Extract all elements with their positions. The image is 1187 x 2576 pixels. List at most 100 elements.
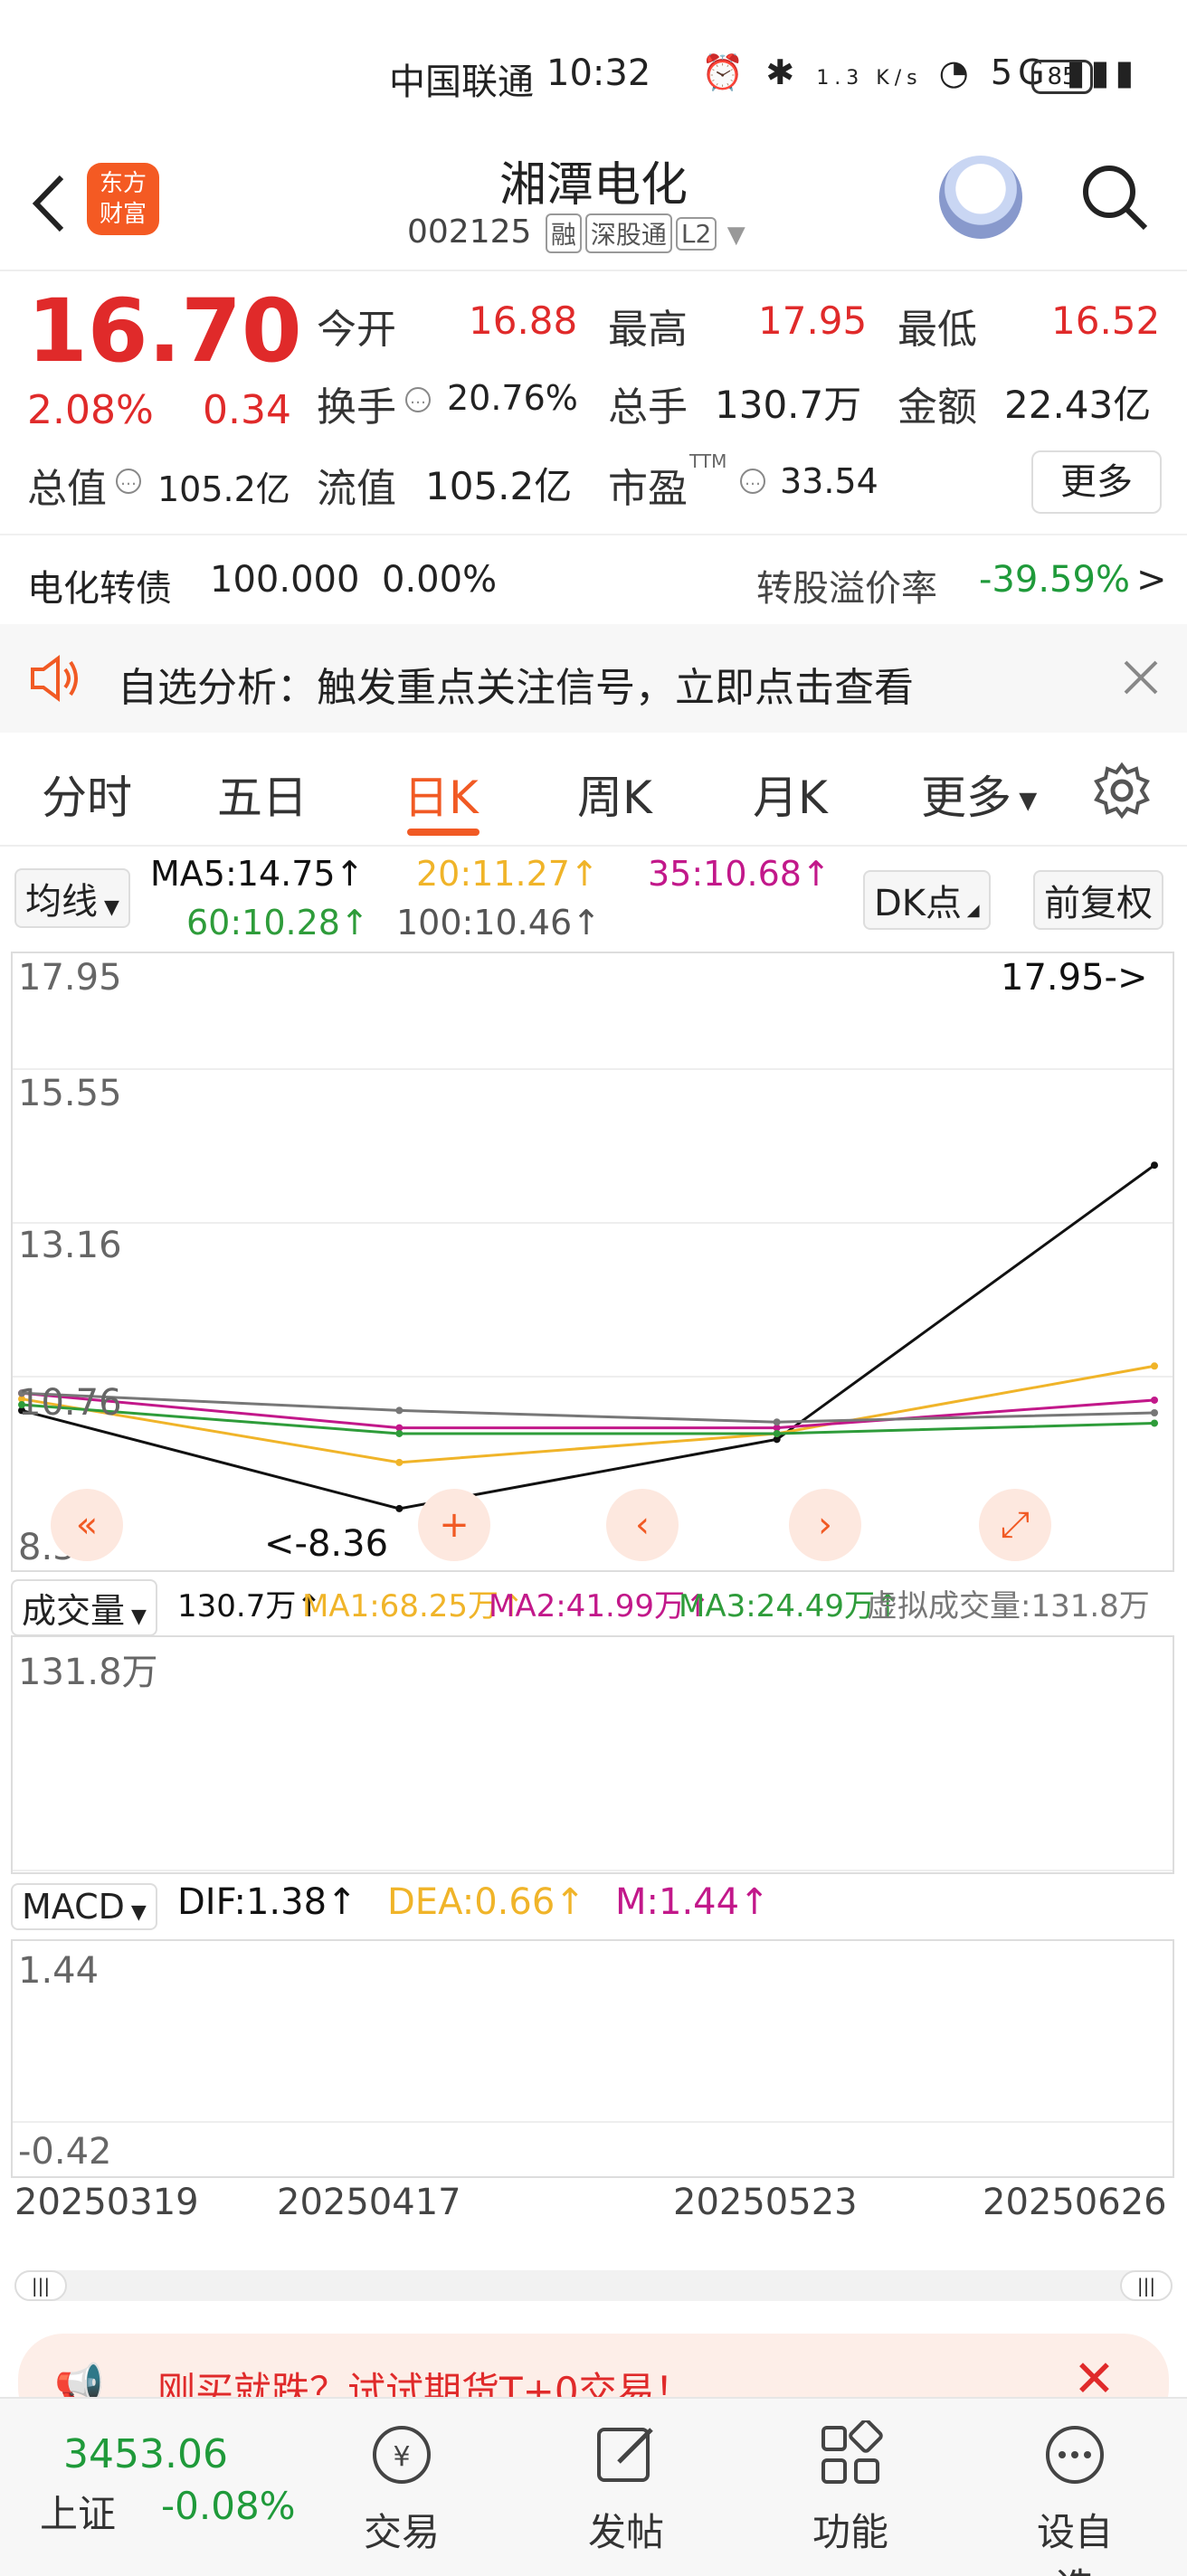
ma-point — [395, 1458, 404, 1466]
clock: 10:32 — [546, 52, 651, 94]
stock-code-row: 002125 融深股通 L2 ▼ — [407, 213, 745, 253]
turnover-value: 20.76% — [447, 378, 578, 418]
period-tabs: 分时 五日 日K 周K 月K 更多 ▼ — [0, 738, 1187, 847]
date-label: 20250417 — [277, 2182, 461, 2223]
y-tick-label: 17.95 — [18, 957, 122, 999]
volume-selector[interactable]: 成交量 ▼ — [11, 1579, 157, 1636]
bond-price: 100.000 — [210, 559, 360, 601]
tab-five-day[interactable]: 五日 — [217, 762, 308, 827]
prev-icon[interactable]: ‹ — [606, 1489, 679, 1561]
edit-icon — [597, 2428, 653, 2482]
stock-code: 002125 — [407, 213, 532, 251]
ma-point — [395, 1429, 404, 1437]
macd-dif: DIF:1.38↑ — [177, 1881, 357, 1923]
convertible-bond-row[interactable]: 电化转债 100.000 0.00% 转股溢价率 -39.59% > — [0, 534, 1187, 624]
fullscreen-icon[interactable]: ⤢ — [979, 1489, 1051, 1561]
speaker-icon — [31, 655, 78, 702]
last-price: 16.70 — [27, 280, 302, 382]
nav-trade[interactable]: ¥ 交易 — [347, 2420, 456, 2557]
tab-intraday[interactable]: 分时 — [42, 762, 132, 827]
low-value: 16.52 — [1051, 298, 1161, 343]
date-label: 20250319 — [14, 2182, 199, 2223]
scroll-start-icon[interactable]: « — [51, 1489, 123, 1561]
chevron-down-icon[interactable]: ▼ — [727, 222, 745, 249]
macd-chart[interactable]: 1.44 -0.42 — [11, 1939, 1174, 2178]
ma-point — [395, 1406, 404, 1415]
y-tick-label: 15.55 — [18, 1073, 122, 1114]
close-icon[interactable] — [1118, 655, 1163, 700]
y-tick-label: 13.16 — [18, 1225, 122, 1266]
active-tab-indicator — [407, 829, 480, 836]
macd-y-min: -0.42 — [18, 2131, 112, 2173]
range-scrollbar[interactable]: ||| ||| — [14, 2270, 1173, 2301]
volume-chart[interactable]: 131.8万 — [11, 1635, 1174, 1874]
quote-panel: 16.70 2.08% 0.34 今开 16.88 最高 17.95 最低 16… — [0, 271, 1187, 525]
date-label: 20250626 — [983, 2182, 1167, 2223]
bond-name: 电化转债 — [27, 568, 172, 610]
adjust-button[interactable]: 前复权 — [1033, 870, 1163, 930]
volume-value: 130.7万↑ — [177, 1588, 322, 1624]
ma-line-20 — [21, 1364, 1155, 1464]
tab-daily-k[interactable]: 日K — [404, 762, 479, 827]
bond-pct: 0.00% — [382, 559, 498, 601]
volume-label: 总手 — [608, 384, 688, 431]
premium-value: -39.59% — [979, 559, 1130, 601]
info-icon[interactable]: … — [740, 469, 765, 494]
high-marker: 17.95-> — [1001, 957, 1148, 999]
tab-weekly-k[interactable]: 周K — [577, 762, 652, 827]
nav-functions[interactable]: 功能 — [796, 2419, 905, 2557]
kline-chart[interactable]: 17.95 15.55 13.16 10.76 8.36 17.95-> <-8… — [11, 952, 1174, 1572]
dk-point-button[interactable]: DK点 ◢ — [863, 870, 991, 930]
tag-connect: 深股通 — [584, 213, 672, 253]
pe-ttm-sup: TTM — [689, 450, 727, 472]
ma-point — [1151, 1419, 1158, 1427]
volume-y-max: 131.8万 — [18, 1652, 158, 1693]
ma20-value: 20:11.27↑ — [416, 854, 599, 894]
float-cap-label: 流值 — [317, 466, 396, 512]
ma-point — [773, 1418, 781, 1426]
index-value: 3453.06 — [63, 2431, 228, 2477]
status-bar: 中国联通 10:32 ⏰ ✱ 1.3 K/s ◔ 5G ▮▮▮ 85 — [0, 0, 1187, 154]
macd-selector[interactable]: MACD ▼ — [11, 1883, 157, 1930]
mktcap-label: 总值 — [27, 466, 107, 512]
index-quote[interactable]: 3453.06 上证 -0.08% — [0, 2399, 308, 2576]
battery-icon: 85 — [1031, 60, 1093, 94]
tag-l2: L2 — [675, 216, 717, 251]
ma-point — [773, 1429, 781, 1437]
next-icon[interactable]: › — [789, 1489, 861, 1561]
info-icon[interactable]: … — [116, 469, 141, 494]
ma-point — [1151, 1408, 1158, 1416]
header: 东方 财富 湘潭电化 002125 融深股通 L2 ▼ — [0, 136, 1187, 271]
ma5-value: MA5:14.75↑ — [150, 854, 365, 894]
macd-dea: DEA:0.66↑ — [387, 1881, 585, 1923]
float-cap-value: 105.2亿 — [425, 464, 573, 508]
index-change: -0.08% — [161, 2484, 296, 2528]
open-label: 今开 — [317, 307, 396, 353]
analysis-notice[interactable]: 自选分析：触发重点关注信号，立即点击查看 — [0, 624, 1187, 733]
bottom-bar: 3453.06 上证 -0.08% ¥ 交易 发帖 功能 设自选 — [0, 2397, 1187, 2576]
mktcap-value: 105.2亿 — [157, 469, 290, 509]
info-icon[interactable]: … — [405, 387, 431, 412]
range-left-handle[interactable]: ||| — [14, 2270, 67, 2301]
indicator-selector[interactable]: 均线 ▼ — [14, 868, 130, 928]
ma60-value: 60:10.28↑ — [186, 903, 369, 942]
amount-value: 22.43亿 — [1004, 383, 1152, 427]
premium-label: 转股溢价率 — [756, 568, 937, 610]
ma-point — [1151, 1362, 1158, 1370]
ma-point — [395, 1504, 404, 1512]
tab-more[interactable]: 更多 ▼ — [921, 762, 1037, 827]
range-right-handle[interactable]: ||| — [1120, 2270, 1173, 2301]
zoom-in-icon[interactable]: + — [418, 1489, 490, 1561]
assistant-robot-icon[interactable] — [939, 156, 1022, 239]
volume-plot — [13, 1870, 1173, 1871]
low-marker: <-8.36 — [264, 1523, 389, 1565]
tab-monthly-k[interactable]: 月K — [753, 762, 828, 827]
search-icon[interactable] — [1078, 161, 1151, 233]
ma-line-35 — [21, 1391, 1155, 1430]
carrier: 中国联通 — [389, 62, 534, 103]
gear-icon[interactable] — [1093, 762, 1151, 819]
more-button[interactable]: 更多 — [1031, 450, 1162, 514]
turnover-label: 换手 — [317, 384, 396, 431]
nav-add-watchlist[interactable]: 设自选 — [1021, 2420, 1129, 2576]
nav-post[interactable]: 发帖 — [572, 2420, 680, 2557]
